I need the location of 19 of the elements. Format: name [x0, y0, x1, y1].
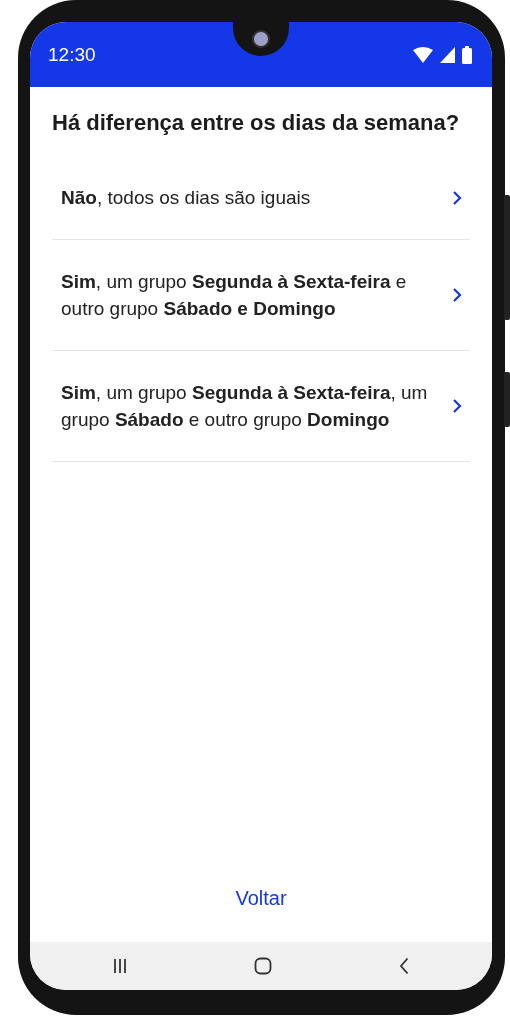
option-row[interactable]: Sim, um grupo Segunda à Sexta-feira e outro grupo Sábado e Domingo [52, 240, 470, 351]
back-icon[interactable] [398, 957, 409, 975]
battery-icon [462, 45, 472, 64]
chevron-right-icon [452, 287, 462, 303]
wifi-icon [413, 46, 433, 63]
option-text: Sim, um grupo Segunda à Sexta-feira e outro grupo Sábado e Domingo [61, 270, 408, 321]
option-text: Sim, um grupo Segunda à Sexta-feira, um grupo Sábado e outro grupo Domingo [61, 381, 429, 432]
question-title: Há diferença entre os dias da semana? [52, 109, 461, 137]
signal-icon [440, 46, 455, 63]
chevron-right-icon [452, 398, 462, 414]
option-row[interactable]: Não, todos os dias são iguais [52, 156, 470, 240]
camera-notch [233, 22, 289, 56]
back-link[interactable]: Voltar [235, 887, 287, 910]
option-text: Não, todos os dias são iguais [61, 186, 312, 210]
chevron-right-icon [452, 189, 462, 206]
recent-apps-icon[interactable] [113, 958, 128, 974]
home-icon[interactable] [254, 957, 272, 975]
option-row[interactable]: Sim, um grupo Segunda à Sexta-feira, um grupo Sábado e outro grupo Domingo [52, 351, 470, 462]
status-time: 12:30 [48, 43, 96, 66]
